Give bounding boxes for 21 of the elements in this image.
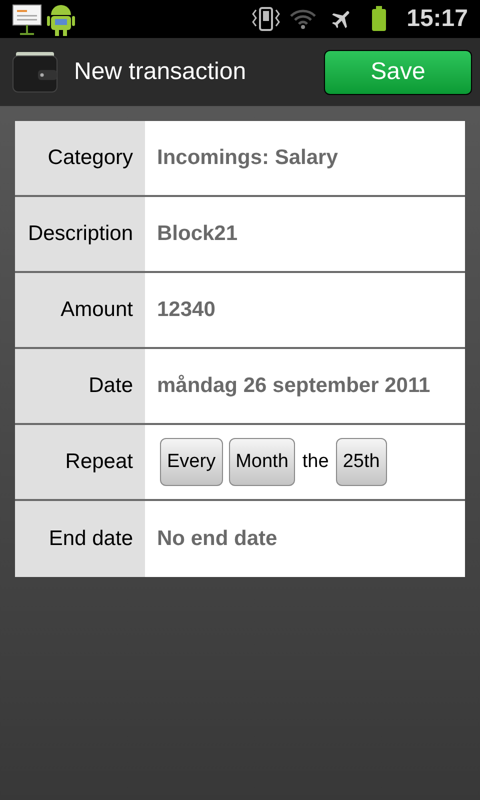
clock: 15:17 bbox=[406, 4, 468, 34]
field-value[interactable]: 12340 bbox=[145, 294, 216, 326]
repeat-option-button[interactable]: Every bbox=[160, 438, 223, 486]
presentation-icon bbox=[12, 2, 42, 36]
screen-title: New transaction bbox=[74, 57, 246, 87]
save-button[interactable]: Save bbox=[324, 50, 472, 94]
field-label: Repeat bbox=[65, 449, 133, 476]
field-value[interactable]: No end date bbox=[145, 523, 278, 555]
battery-icon bbox=[370, 6, 387, 32]
repeat-option-button[interactable]: Month bbox=[228, 438, 296, 486]
field-label: Date bbox=[88, 373, 133, 400]
field-label: Amount bbox=[60, 297, 133, 324]
wifi-icon bbox=[288, 8, 317, 30]
wallet-icon bbox=[12, 50, 58, 94]
field-label: Category bbox=[48, 145, 133, 172]
field-value[interactable]: Block21 bbox=[145, 218, 238, 250]
field-label: Description bbox=[28, 221, 133, 248]
repeat-option-button[interactable]: 25th bbox=[336, 438, 387, 486]
repeat-connector-text: the bbox=[302, 450, 329, 474]
vibrate-icon bbox=[250, 7, 281, 31]
field-label: End date bbox=[48, 526, 133, 552]
